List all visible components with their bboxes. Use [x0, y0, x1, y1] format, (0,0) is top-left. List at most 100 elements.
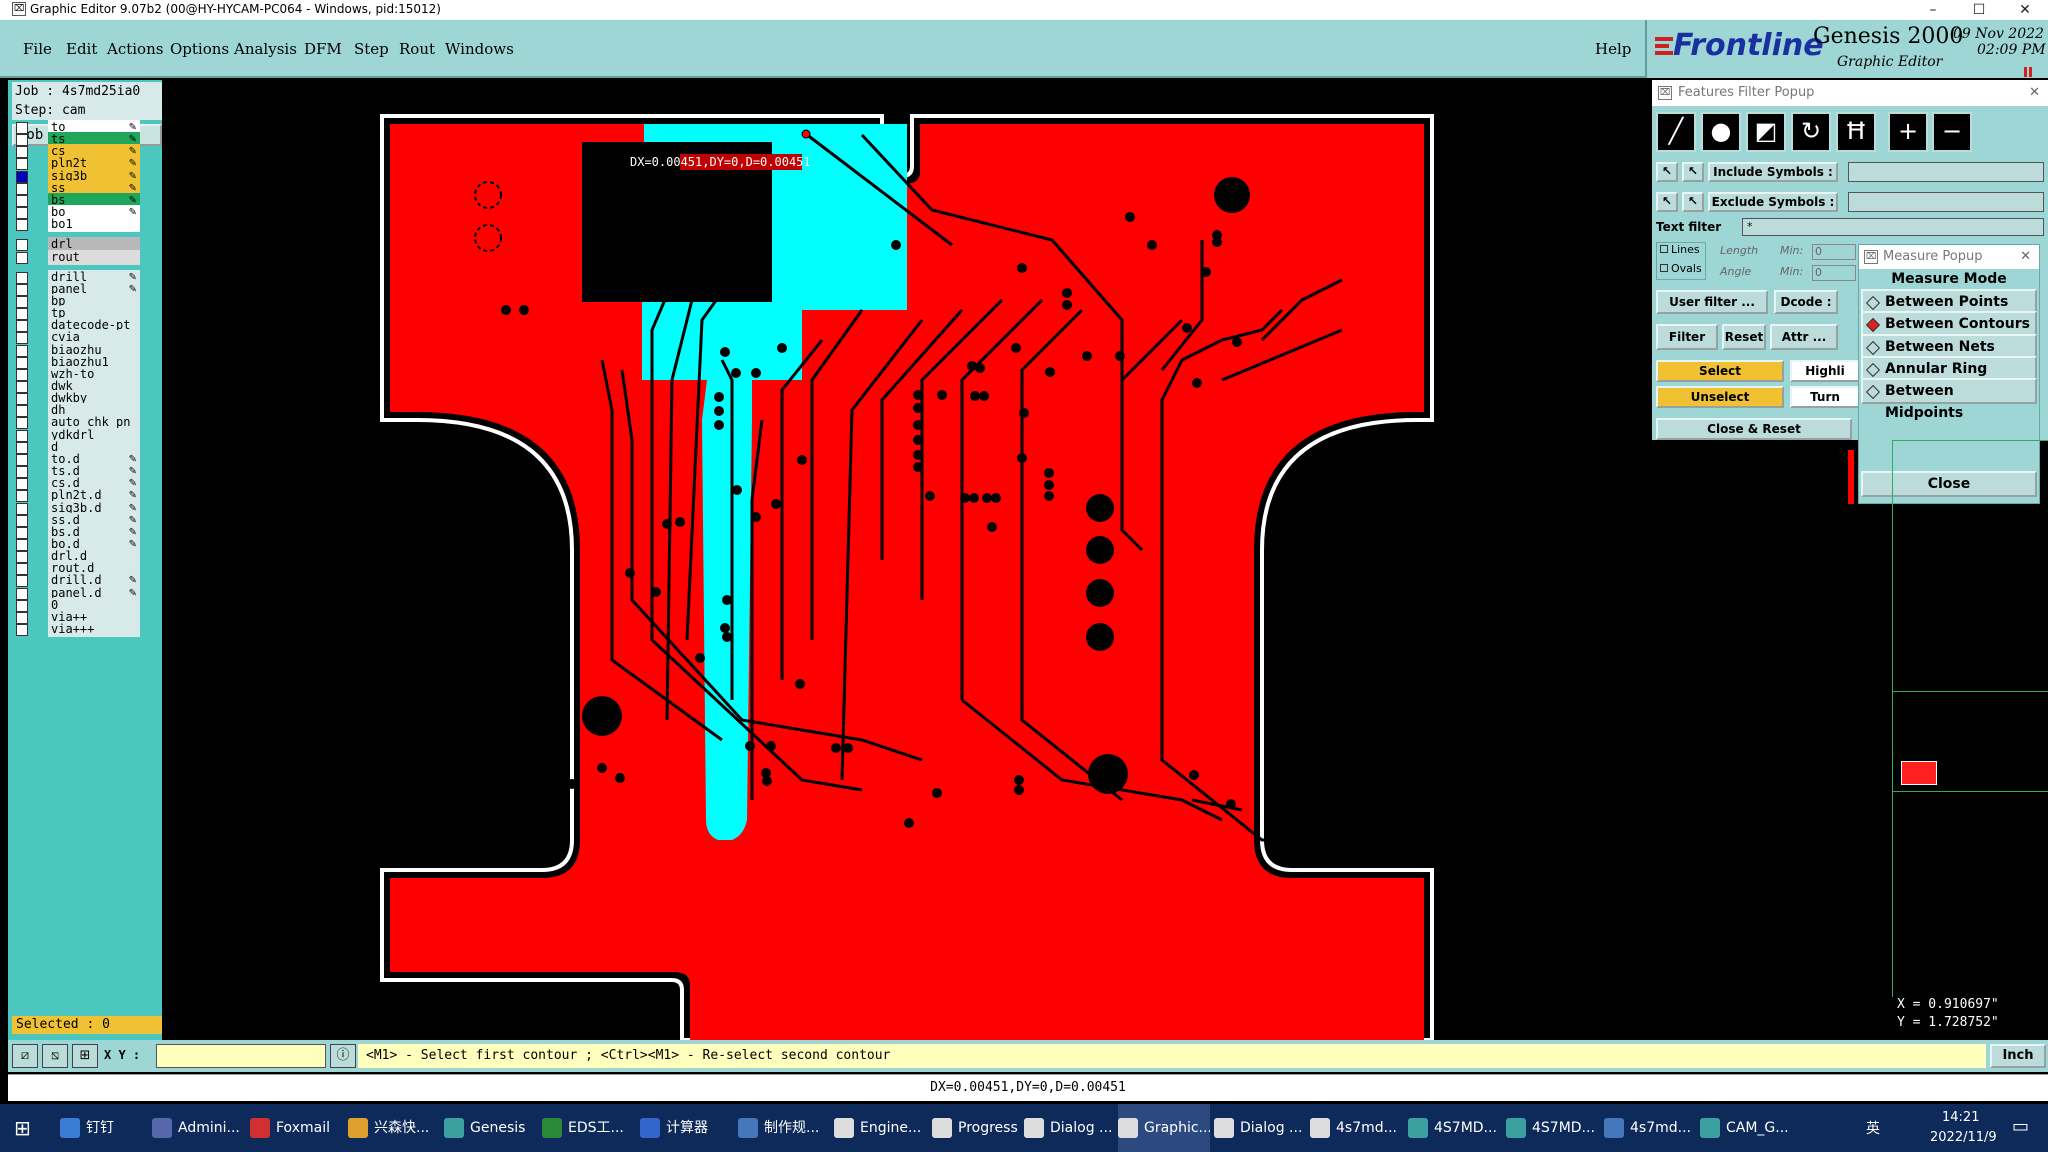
- taskbar-app-button[interactable]: 4S7MD...: [1408, 1104, 1500, 1152]
- menu-actions[interactable]: Actions: [107, 40, 163, 58]
- taskbar-app-button[interactable]: 4S7MD...: [1506, 1104, 1598, 1152]
- measure-label: DX=0.00451,DY=0,D=0.00451: [630, 155, 811, 169]
- ovals-checkbox[interactable]: [1660, 264, 1668, 272]
- layer-name[interactable]: bo1: [48, 217, 140, 233]
- coordinate-readout: X = 0.910697" Y = 1.728752": [1893, 996, 2048, 1036]
- grid-icon[interactable]: ⊞: [72, 1044, 98, 1068]
- taskbar-app-button[interactable]: Dialog ...: [1024, 1104, 1116, 1152]
- taskbar-app-button[interactable]: 4s7md...: [1310, 1104, 1402, 1152]
- layer-name[interactable]: via+++: [48, 622, 140, 637]
- info-icon[interactable]: ⓘ: [330, 1044, 356, 1068]
- measure-option-label: Annular Ring: [1885, 360, 1988, 377]
- menu-options[interactable]: Options: [170, 40, 229, 58]
- line-filter-icon[interactable]: ╱: [1656, 112, 1696, 152]
- taskbar-app-button[interactable]: Admini...: [152, 1104, 244, 1152]
- close-window-button[interactable]: ✕: [2002, 0, 2048, 20]
- surface-filter-icon[interactable]: ◩: [1746, 112, 1786, 152]
- filter-popup-icon: ⌧: [1658, 86, 1672, 100]
- layer-checkbox[interactable]: [16, 251, 28, 264]
- taskbar-app-button[interactable]: Graphic...: [1118, 1104, 1210, 1152]
- zoom-window-icon[interactable]: ⧄: [12, 1044, 38, 1068]
- taskbar-app-button[interactable]: CAM_G...: [1700, 1104, 1792, 1152]
- taskbar-app-button[interactable]: Progress: [932, 1104, 1024, 1152]
- measure-point: [801, 129, 811, 139]
- taskbar-app-button[interactable]: Dialog ...: [1214, 1104, 1306, 1152]
- menu-dfm[interactable]: DFM: [304, 40, 342, 58]
- reset-button[interactable]: Reset: [1722, 324, 1766, 350]
- taskbar-app-button[interactable]: Foxmail: [250, 1104, 342, 1152]
- layer-name[interactable]: rout: [48, 249, 140, 265]
- taskbar-app-button[interactable]: EDS工...: [542, 1104, 634, 1152]
- app-icon: [1118, 1118, 1138, 1138]
- close-measure-popup-icon[interactable]: ✕: [2020, 245, 2031, 269]
- measure-option-label: Between Points: [1885, 294, 2009, 310]
- layer-row[interactable]: bo1: [12, 217, 140, 233]
- ime-indicator[interactable]: 英: [1866, 1118, 1880, 1138]
- text-filter-icon[interactable]: Ħ: [1836, 112, 1876, 152]
- taskbar-app-button[interactable]: 计算器: [640, 1104, 732, 1152]
- radio-diamond-icon: [1865, 318, 1881, 333]
- length-min-input[interactable]: 0: [1812, 244, 1856, 260]
- taskbar-app-button[interactable]: 钉钉: [60, 1104, 152, 1152]
- layer-checkbox[interactable]: [16, 624, 28, 636]
- attr-button[interactable]: Attr ...: [1770, 324, 1838, 350]
- exclude-clear-icon[interactable]: ↖: [1682, 192, 1704, 212]
- dcode-button[interactable]: Dcode :: [1774, 290, 1838, 314]
- units-button[interactable]: Inch: [1990, 1044, 2046, 1068]
- menu-edit[interactable]: Edit: [66, 40, 97, 58]
- close-filter-popup-icon[interactable]: ✕: [2029, 80, 2040, 106]
- measure-option-label: Between Contours: [1885, 316, 2030, 333]
- turn-button[interactable]: Turn: [1790, 386, 1860, 408]
- user-filter-button[interactable]: User filter ...: [1656, 290, 1768, 314]
- menu-analysis[interactable]: Analysis: [234, 40, 297, 58]
- exclude-symbols-input[interactable]: [1848, 192, 2044, 212]
- app-icon: [542, 1118, 562, 1138]
- measure-option[interactable]: Between Midpoints: [1861, 378, 2037, 421]
- negative-polarity-icon[interactable]: −: [1932, 112, 1972, 152]
- taskbar-app-label: 计算器: [666, 1120, 708, 1136]
- measure-option-label: Between Midpoints: [1885, 383, 1964, 422]
- arc-filter-icon[interactable]: ↻: [1791, 112, 1831, 152]
- positive-polarity-icon[interactable]: +: [1888, 112, 1928, 152]
- taskbar-app-button[interactable]: 兴森快...: [348, 1104, 440, 1152]
- board-canvas[interactable]: DX=0.00451,DY=0,D=0.00451: [162, 80, 1652, 1040]
- maximize-button[interactable]: ☐: [1956, 0, 2002, 20]
- menu-step[interactable]: Step: [354, 40, 389, 58]
- lines-checkbox[interactable]: [1660, 245, 1668, 253]
- highlight-button[interactable]: Highli: [1790, 360, 1860, 382]
- menu-rout[interactable]: Rout: [399, 40, 435, 58]
- coord-y: Y = 1.728752": [1897, 1015, 1999, 1030]
- menu-file[interactable]: File: [23, 40, 52, 58]
- close-reset-button[interactable]: Close & Reset: [1656, 418, 1852, 440]
- select-button[interactable]: Select: [1656, 360, 1784, 382]
- taskbar-app-label: 兴森快...: [374, 1120, 430, 1136]
- overview-thumbnail[interactable]: [1901, 761, 1937, 785]
- filter-toggle[interactable]: Filter: [1656, 324, 1718, 350]
- snap-icon[interactable]: ⧅: [42, 1044, 68, 1068]
- notification-icon[interactable]: ▭: [2012, 1116, 2029, 1137]
- taskbar-app-button[interactable]: 制作规...: [738, 1104, 830, 1152]
- job-name: Job : 4s7md25ia0: [12, 82, 162, 101]
- include-clear-icon[interactable]: ↖: [1682, 162, 1704, 182]
- layer-row[interactable]: via+++: [12, 622, 140, 637]
- include-symbols-input[interactable]: [1848, 162, 2044, 182]
- text-filter-input[interactable]: *: [1742, 218, 2044, 236]
- include-pick-icon[interactable]: ↖: [1656, 162, 1678, 182]
- taskbar-app-button[interactable]: Genesis: [444, 1104, 536, 1152]
- app-icon: [1310, 1118, 1330, 1138]
- taskbar-app-button[interactable]: 4s7md...: [1604, 1104, 1696, 1152]
- layer-row[interactable]: rout: [12, 249, 140, 265]
- minimize-button[interactable]: –: [1910, 0, 1956, 20]
- unselect-button[interactable]: Unselect: [1656, 386, 1784, 408]
- menu-windows[interactable]: Windows: [445, 40, 514, 58]
- layer-checkbox[interactable]: [16, 219, 28, 232]
- length-label: Length: [1720, 244, 1759, 257]
- pause-icon[interactable]: [2023, 62, 2033, 77]
- exclude-pick-icon[interactable]: ↖: [1656, 192, 1678, 212]
- pad-filter-icon[interactable]: ●: [1701, 112, 1741, 152]
- menu-help[interactable]: Help: [1595, 40, 1631, 58]
- taskbar-app-button[interactable]: Engine...: [834, 1104, 926, 1152]
- xy-input[interactable]: [156, 1044, 326, 1068]
- start-icon[interactable]: ⊞: [14, 1104, 44, 1152]
- angle-min-input[interactable]: 0: [1812, 265, 1856, 281]
